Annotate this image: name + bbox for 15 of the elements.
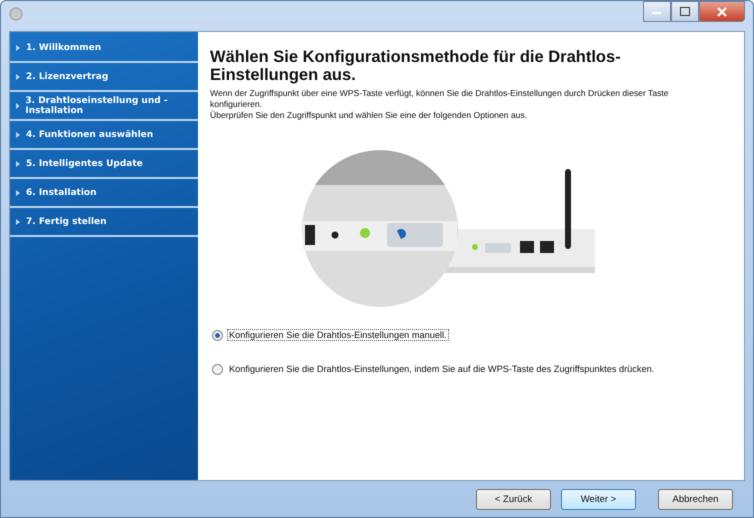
description-text: Wenn der Zugriffspunkt über eine WPS-Taste verfügt, können Sie die Drahtlos-Einstellungen durch Drücken dieser Taste konfigurieren. — [210, 88, 670, 110]
step-item: 7. Fertig stellen — [10, 208, 198, 237]
dialog-button[interactable]: < Zurück — [476, 488, 551, 510]
step-item: 3. Drahtloseinstellung und -Installation — [10, 92, 198, 121]
dialog-button[interactable]: Abbrechen — [658, 488, 733, 510]
step-item: 2. Lizenzvertrag — [10, 63, 198, 92]
description-text: Überprüfen Sie den Zugriffspunkt und wählen Sie eine der folgenden Optionen aus. — [210, 110, 528, 121]
radio-option[interactable]: Konfigurieren Sie die Drahtlos-Einstellungen manuell. — [212, 329, 704, 341]
step-item: 4. Funktionen auswählen — [10, 121, 198, 150]
step-item: 5. Intelligentes Update — [10, 150, 198, 179]
radio-option[interactable]: Konfigurieren Sie die Drahtlos-Einstellungen, indem Sie auf die WPS-Taste des Zugriffspunktes drücken. — [212, 363, 704, 375]
dialog-button[interactable]: Weiter > — [561, 488, 636, 510]
page-heading: Wählen Sie Konfigurationsmethode für die Drahtlos-Einstellungen aus. — [210, 48, 622, 84]
step-item: 1. Willkommen — [10, 34, 198, 63]
step-item: 6. Installation — [10, 179, 198, 208]
